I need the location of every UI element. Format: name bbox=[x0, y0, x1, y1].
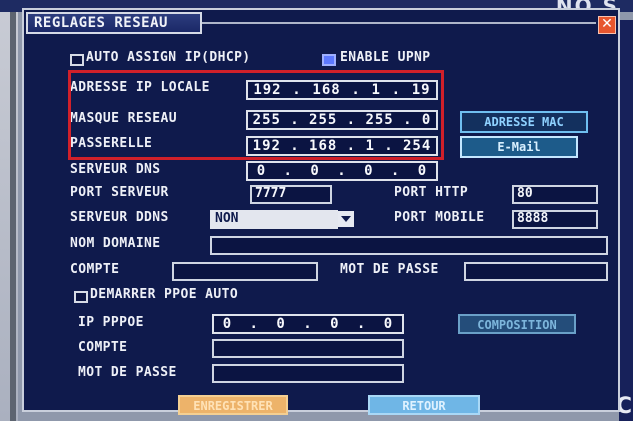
pppoe-ip-label: IP PPPOE bbox=[78, 315, 144, 330]
dns-octet-3: 0 bbox=[364, 163, 374, 179]
ip-dot: . bbox=[356, 316, 367, 332]
ddns-password-field[interactable] bbox=[464, 262, 608, 281]
pppoe-auto-checkbox[interactable] bbox=[74, 291, 88, 303]
ip-dot: . bbox=[303, 316, 313, 332]
close-icon: ✕ bbox=[601, 16, 613, 32]
title-divider bbox=[202, 22, 596, 24]
server-port-label: PORT SERVEUR bbox=[70, 185, 169, 200]
ddns-account-label: COMPTE bbox=[70, 262, 120, 277]
mobile-port-label: PORT MOBILE bbox=[394, 210, 485, 225]
window-title: REGLAGES RESEAU bbox=[34, 15, 168, 31]
pppoe-ip-octet-2: 0 bbox=[276, 316, 286, 332]
domain-name-field[interactable] bbox=[210, 236, 608, 255]
ddns-account-field[interactable] bbox=[172, 262, 318, 281]
email-button[interactable]: E-Mail bbox=[460, 136, 578, 158]
auto-assign-label: AUTO ASSIGN IP(DHCP) bbox=[86, 50, 251, 65]
enable-upnp-checkbox[interactable] bbox=[322, 54, 336, 66]
pppoe-password-label: MOT DE PASSE bbox=[78, 365, 177, 380]
pppoe-ip-octet-4: 0 bbox=[383, 316, 394, 332]
dns-server-label: SERVEUR DNS bbox=[70, 162, 161, 177]
http-port-field[interactable]: 80 bbox=[512, 185, 598, 204]
chevron-down-icon[interactable] bbox=[338, 211, 354, 227]
pppoe-account-label: COMPTE bbox=[78, 340, 128, 355]
http-port-label: PORT HTTP bbox=[394, 185, 469, 200]
ddns-password-label: MOT DE PASSE bbox=[340, 262, 439, 277]
auto-assign-checkbox[interactable] bbox=[70, 54, 84, 66]
ip-dot: . bbox=[283, 163, 293, 179]
ddns-server-select[interactable]: NON bbox=[210, 210, 338, 229]
background-left-bar bbox=[10, 0, 16, 421]
back-button[interactable]: RETOUR bbox=[368, 395, 480, 415]
close-button[interactable]: ✕ bbox=[598, 16, 616, 34]
title-tab: REGLAGES RESEAU bbox=[26, 12, 202, 34]
composition-button[interactable]: COMPOSITION bbox=[458, 314, 576, 334]
save-button[interactable]: ENREGISTRER bbox=[178, 395, 288, 415]
pppoe-account-field[interactable] bbox=[212, 339, 404, 358]
domain-name-label: NOM DOMAINE bbox=[70, 236, 161, 251]
ip-dot: . bbox=[390, 163, 401, 179]
enable-upnp-label: ENABLE UPNP bbox=[340, 50, 431, 65]
pppoe-auto-label: DEMARRER PPOE AUTO bbox=[90, 287, 239, 302]
pppoe-password-field[interactable] bbox=[212, 364, 404, 383]
dns-server-field[interactable]: 0. 0. 0. 0 bbox=[246, 161, 438, 181]
pppoe-ip-field[interactable]: 0. 0. 0. 0 bbox=[212, 314, 404, 334]
server-port-field[interactable]: 7777 bbox=[250, 185, 332, 204]
mobile-port-field[interactable]: 8888 bbox=[512, 210, 598, 229]
pppoe-ip-octet-1: 0 bbox=[222, 316, 233, 332]
mac-address-button[interactable]: ADRESSE MAC bbox=[460, 111, 588, 133]
dns-octet-2: 0 bbox=[310, 163, 320, 179]
ddns-server-label: SERVEUR DDNS bbox=[70, 210, 169, 225]
highlight-frame bbox=[68, 70, 444, 160]
ip-dot: . bbox=[337, 163, 347, 179]
dns-octet-4: 0 bbox=[417, 163, 428, 179]
background-right-strip: C bbox=[616, 20, 633, 421]
dns-octet-1: 0 bbox=[256, 163, 267, 179]
network-settings-dialog: REGLAGES RESEAU ✕ AUTO ASSIGN IP(DHCP) E… bbox=[22, 8, 620, 415]
pppoe-ip-octet-3: 0 bbox=[330, 316, 340, 332]
ip-dot: . bbox=[249, 316, 259, 332]
screen: NO S C REGLAGES RESEAU ✕ AUTO ASSIGN IP(… bbox=[0, 0, 633, 421]
